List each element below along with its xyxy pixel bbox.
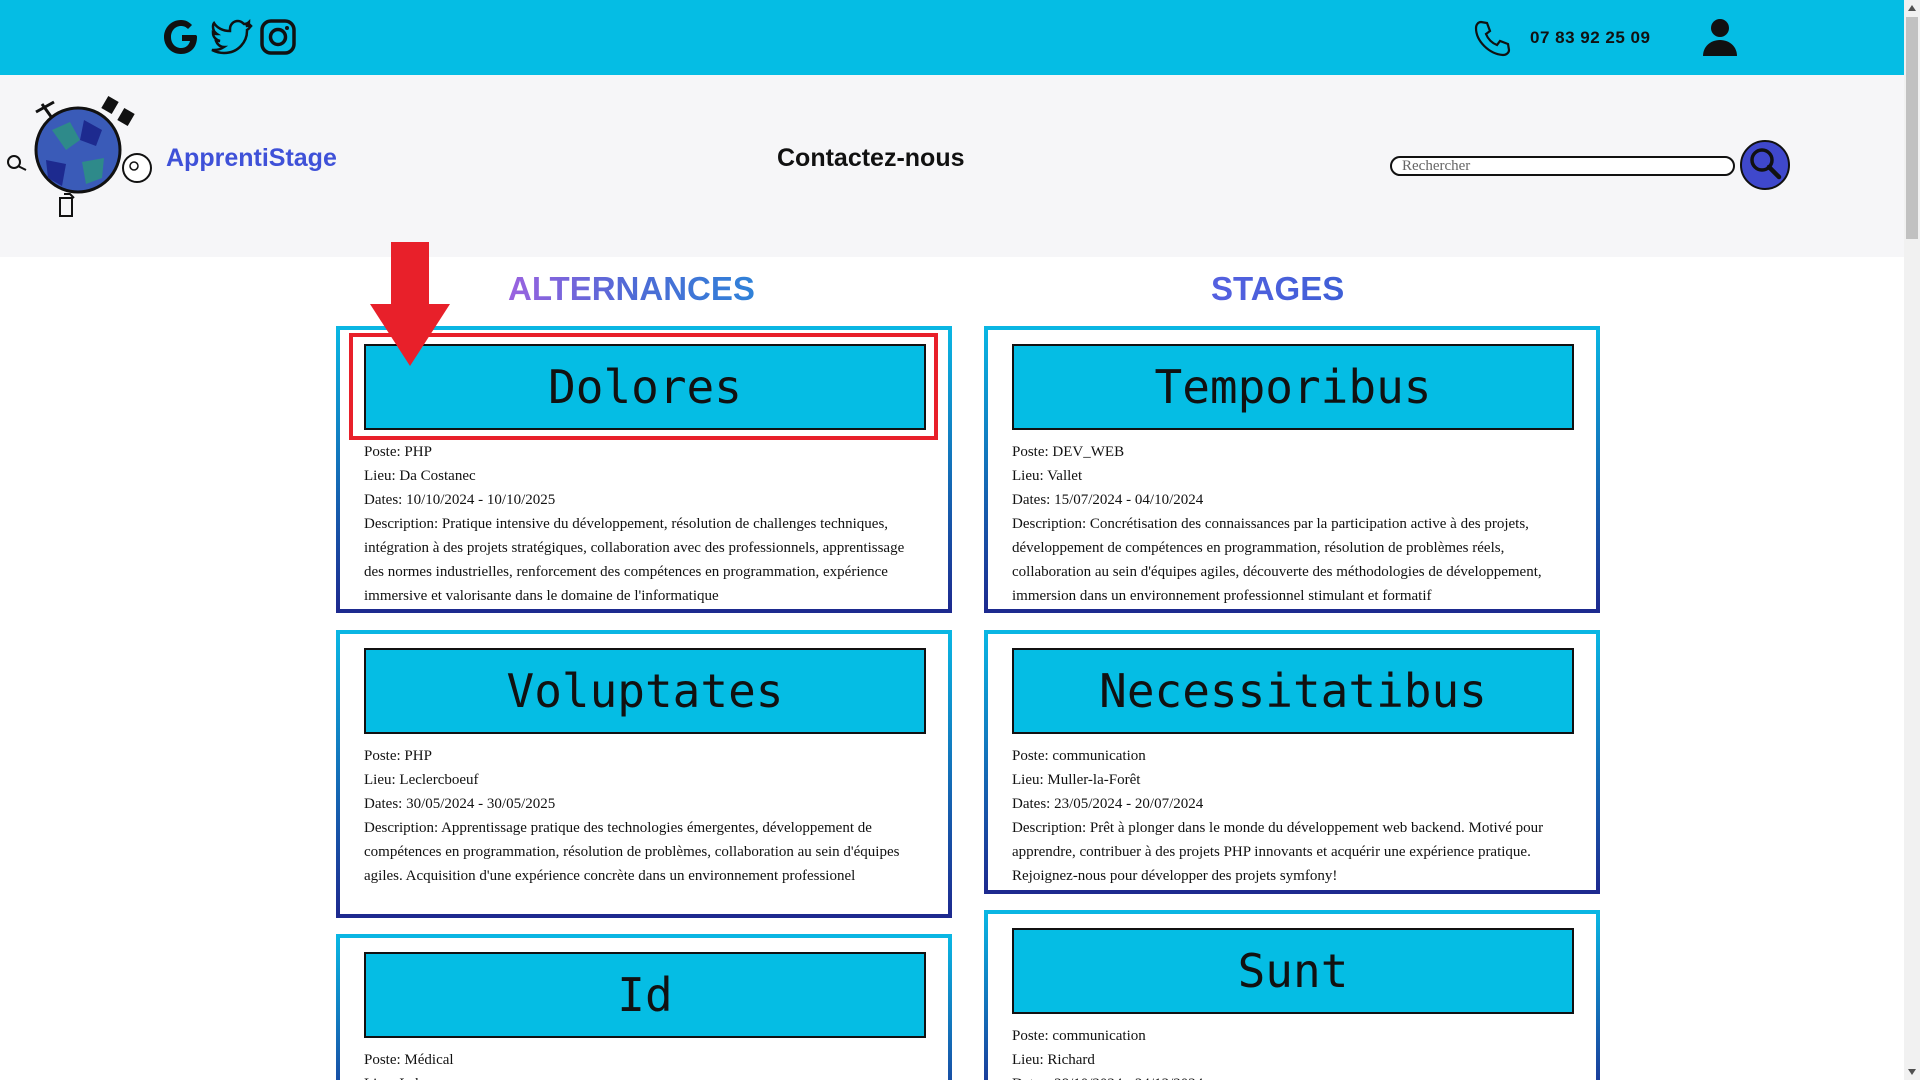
offer-card[interactable]: Voluptates Poste: PHP Lieu: Leclercboeuf… [336, 630, 952, 918]
section-title-alternances: ALTERNANCES [508, 270, 755, 307]
scroll-up-arrow-icon[interactable] [1904, 0, 1920, 16]
brand-name[interactable]: ApprentiStage [166, 144, 337, 173]
contact-link[interactable]: Contactez-nous [777, 144, 965, 173]
offer-title[interactable]: Id [364, 952, 926, 1038]
scroll-down-arrow-icon[interactable] [1904, 1064, 1920, 1080]
social-links [162, 16, 298, 58]
offer-lieu: Lieu: Leclercboeuf [364, 772, 479, 788]
site-logo[interactable] [2, 90, 162, 230]
offer-lieu: Lieu: Muller-la-Forêt [1012, 772, 1141, 788]
vertical-scrollbar[interactable] [1904, 0, 1920, 1080]
instagram-icon[interactable] [258, 16, 298, 58]
offer-title[interactable]: Necessitatibus [1012, 648, 1574, 734]
offer-lieu: Lieu: Da Costanec [364, 468, 476, 484]
offer-poste: Poste: PHP [364, 748, 432, 764]
offer-title[interactable]: Temporibus [1012, 344, 1574, 430]
section-title-stages: STAGES [1211, 270, 1345, 307]
phone-number[interactable]: 07 83 92 25 09 [1530, 28, 1650, 48]
offer-dates: Dates: 30/05/2024 - 30/05/2025 [364, 796, 556, 812]
offer-description: Description: Apprentissage pratique des … [364, 820, 900, 884]
search-input[interactable] [1390, 156, 1735, 176]
offer-lieu: Lieu: Lebon [364, 1072, 924, 1080]
top-bar: 07 83 92 25 09 [0, 0, 1904, 75]
offer-dates: Dates: 28/10/2024 - 24/12/2024 [1012, 1072, 1572, 1080]
offer-poste: Poste: communication [1012, 748, 1146, 764]
offer-dates: Dates: 15/07/2024 - 04/10/2024 [1012, 492, 1204, 508]
search-icon [1748, 146, 1782, 185]
phone-icon [1472, 18, 1512, 58]
offer-dates: Dates: 10/10/2024 - 10/10/2025 [364, 492, 556, 508]
user-account-icon[interactable] [1700, 16, 1740, 58]
offer-lieu: Lieu: Richard [1012, 1052, 1095, 1068]
offer-description: Description: Pratique intensive du dével… [364, 516, 905, 604]
offer-card[interactable]: Id Poste: Médical Lieu: Lebon [336, 934, 952, 1080]
offer-title[interactable]: Voluptates [364, 648, 926, 734]
offer-poste: Poste: communication [1012, 1028, 1146, 1044]
scrollbar-thumb[interactable] [1906, 17, 1918, 239]
annotation-arrow-down-icon [370, 242, 450, 366]
search-button[interactable] [1740, 140, 1790, 190]
twitter-icon[interactable] [210, 16, 253, 58]
offer-poste: Poste: PHP [364, 444, 432, 460]
offer-card[interactable]: Necessitatibus Poste: communication Lieu… [984, 630, 1600, 894]
offer-title[interactable]: Sunt [1012, 928, 1574, 1014]
offer-lieu: Lieu: Vallet [1012, 468, 1083, 484]
offer-poste: Poste: DEV_WEB [1012, 444, 1125, 460]
offer-card[interactable]: Temporibus Poste: DEV_WEB Lieu: Vallet D… [984, 326, 1600, 613]
offer-description: Description: Prêt à plonger dans le mond… [1012, 820, 1544, 884]
offer-dates: Dates: 23/05/2024 - 20/07/2024 [1012, 796, 1204, 812]
offer-description: Description: Concrétisation des connaiss… [1012, 516, 1542, 604]
offer-poste: Poste: Médical [364, 1052, 454, 1068]
offer-card[interactable]: Sunt Poste: communication Lieu: Richard … [984, 910, 1600, 1080]
google-icon[interactable] [162, 16, 202, 58]
